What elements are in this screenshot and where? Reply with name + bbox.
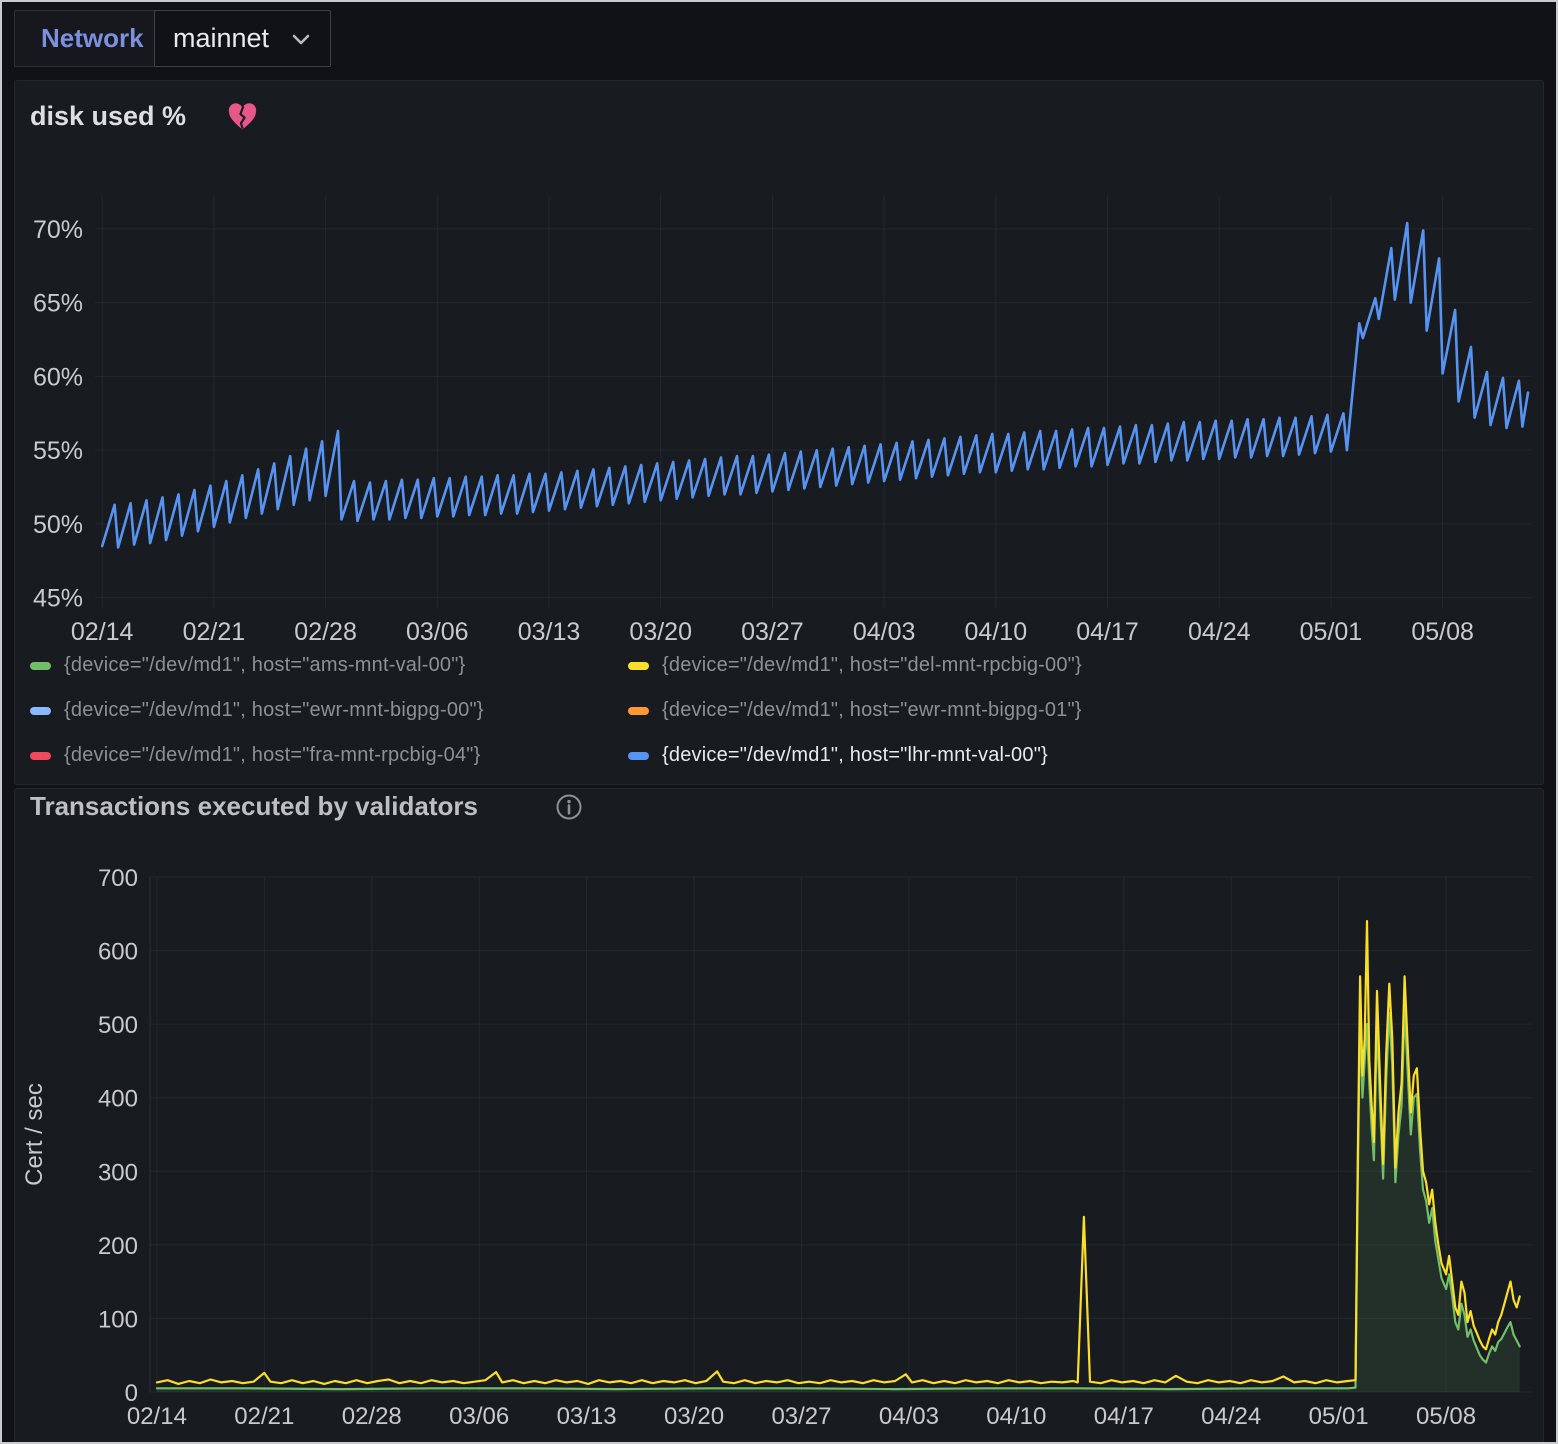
svg-text:04/17: 04/17 [1076,618,1139,646]
legend-series-marker [628,707,649,715]
legend-item[interactable]: {device="/dev/md1", host="ams-mnt-val-00… [30,652,628,679]
svg-text:50%: 50% [33,511,83,539]
chevron-down-icon [290,32,312,46]
legend-series-label: {device="/dev/md1", host="ewr-mnt-bigpg-… [662,699,1082,722]
svg-text:04/03: 04/03 [853,618,916,646]
svg-text:03/27: 03/27 [741,618,804,646]
dashboard-variable-bar: Network mainnet [0,0,1558,78]
panel-title-disk-used[interactable]: disk used % [30,101,186,132]
variable-value-text: mainnet [173,23,269,54]
network-variable-dropdown[interactable]: mainnet [154,10,331,67]
svg-text:0: 0 [125,1380,138,1407]
variable-label-network: Network [14,10,171,67]
svg-text:Cert / sec: Cert / sec [21,1083,48,1186]
grafana-dashboard: { "toolbar": { "variable_label": "Networ… [0,0,1558,1444]
svg-text:02/28: 02/28 [342,1403,402,1430]
svg-text:05/08: 05/08 [1411,618,1474,646]
svg-text:03/27: 03/27 [771,1403,831,1430]
broken-heart-alert-icon [227,102,258,132]
svg-text:04/24: 04/24 [1201,1403,1261,1430]
svg-text:55%: 55% [33,437,83,465]
svg-text:02/28: 02/28 [294,618,357,646]
legend-item[interactable]: {device="/dev/md1", host="ewr-mnt-bigpg-… [628,697,1082,724]
legend-series-marker [30,752,51,760]
legend-item[interactable]: {device="/dev/md1", host="ewr-mnt-bigpg-… [30,697,628,724]
svg-text:70%: 70% [33,216,83,244]
svg-text:03/13: 03/13 [518,618,581,646]
legend-series-label: {device="/dev/md1", host="ams-mnt-val-00… [64,654,465,677]
svg-text:700: 700 [98,865,138,892]
svg-text:03/06: 03/06 [406,618,469,646]
svg-text:05/01: 05/01 [1309,1403,1369,1430]
svg-text:04/24: 04/24 [1188,618,1251,646]
legend-series-label: {device="/dev/md1", host="ewr-mnt-bigpg-… [64,699,484,722]
svg-text:600: 600 [98,939,138,966]
svg-text:500: 500 [98,1012,138,1039]
svg-text:02/14: 02/14 [71,618,134,646]
legend-series-marker [628,662,649,670]
svg-text:400: 400 [98,1086,138,1113]
legend-item[interactable]: {device="/dev/md1", host="lhr-mnt-val-00… [628,742,1082,769]
svg-text:03/20: 03/20 [629,618,692,646]
svg-text:45%: 45% [33,585,83,613]
svg-text:04/03: 04/03 [879,1403,939,1430]
svg-text:03/20: 03/20 [664,1403,724,1430]
legend-series-label: {device="/dev/md1", host="del-mnt-rpcbig… [662,654,1082,677]
svg-text:100: 100 [98,1306,138,1333]
legend-series-marker [628,752,649,760]
disk-used-legend: {device="/dev/md1", host="ams-mnt-val-00… [30,652,1082,769]
svg-text:65%: 65% [33,290,83,318]
legend-series-marker [30,707,51,715]
svg-text:02/21: 02/21 [183,618,246,646]
svg-text:60%: 60% [33,363,83,391]
svg-text:05/08: 05/08 [1416,1403,1476,1430]
svg-text:03/13: 03/13 [557,1403,617,1430]
transactions-chart[interactable]: 02/14 02/21 02/28 03/06 03/13 03/20 03/27 04/03… [0,850,1558,1442]
svg-text:04/10: 04/10 [965,618,1028,646]
svg-text:02/21: 02/21 [234,1403,294,1430]
legend-series-label: {device="/dev/md1", host="lhr-mnt-val-00… [662,744,1048,767]
svg-text:03/06: 03/06 [449,1403,509,1430]
svg-text:02/14: 02/14 [127,1403,187,1430]
legend-item[interactable]: {device="/dev/md1", host="fra-mnt-rpcbig… [30,742,628,769]
info-icon[interactable] [554,792,584,822]
legend-item[interactable]: {device="/dev/md1", host="del-mnt-rpcbig… [628,652,1082,679]
svg-text:05/01: 05/01 [1300,618,1363,646]
svg-text:04/10: 04/10 [986,1403,1046,1430]
legend-series-marker [30,662,51,670]
legend-series-label: {device="/dev/md1", host="fra-mnt-rpcbig… [64,744,481,767]
svg-text:300: 300 [98,1159,138,1186]
variable-label-text: Network [41,23,144,54]
svg-text:200: 200 [98,1233,138,1260]
svg-text:04/17: 04/17 [1094,1403,1154,1430]
panel-title-transactions[interactable]: Transactions executed by validators [30,791,478,822]
